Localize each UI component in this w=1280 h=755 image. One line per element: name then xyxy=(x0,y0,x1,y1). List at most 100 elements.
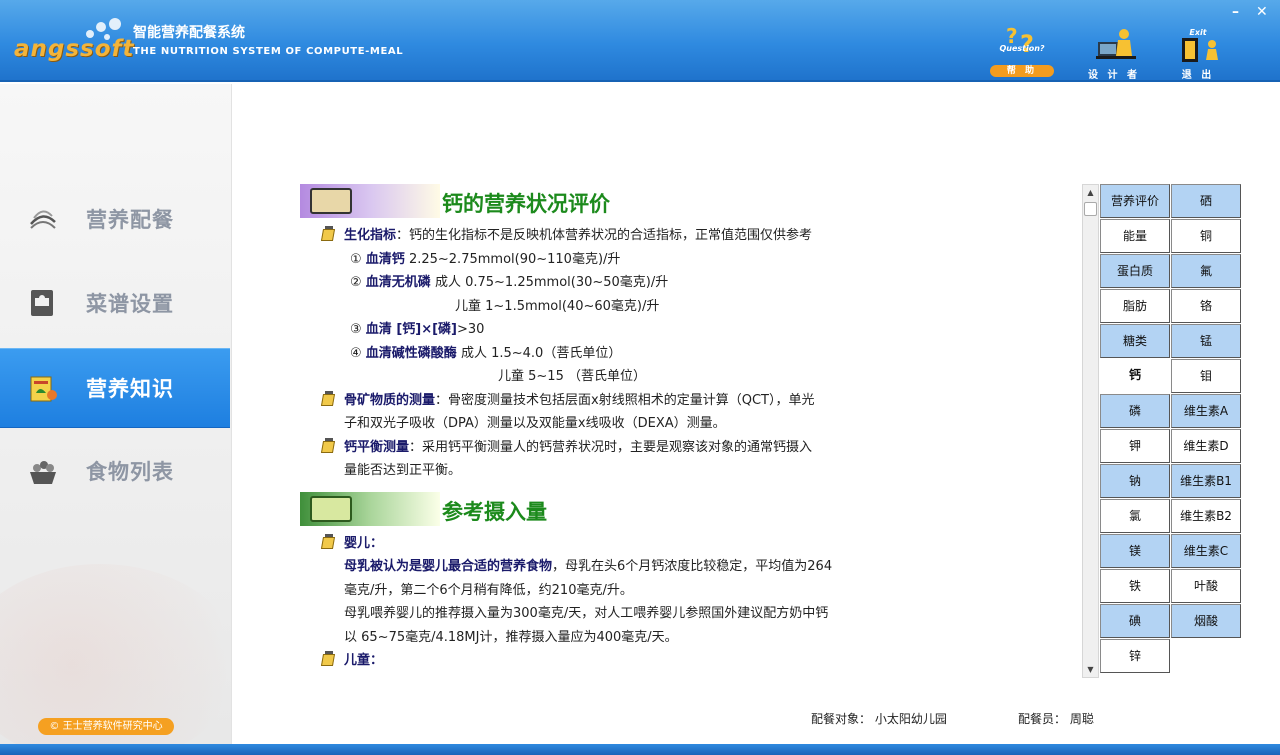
nutrient-button[interactable]: 维生素B2 xyxy=(1171,499,1241,533)
item-text: 成人 0.75~1.25mmol(30~50毫克)/升 xyxy=(434,275,669,290)
sidebar-item-recipe-settings[interactable]: 菜谱设置 xyxy=(0,264,230,344)
close-button[interactable]: ✕ xyxy=(1256,4,1268,20)
bottom-bar xyxy=(0,744,1280,755)
sidebar-item-nutrition-knowledge[interactable]: 营养知识 xyxy=(0,348,230,428)
nutrient-button[interactable]: 镁 xyxy=(1100,534,1170,568)
item-number: ④ xyxy=(350,345,362,361)
paragraph-calcium-balance: 钙平衡测量：采用钙平衡测量人的钙营养状况时，主要是观察该对象的通常钙摄入 量能否… xyxy=(300,436,890,483)
term-text: ：骨密度测量技术包括层面x射线照相术的定量计算（QCT），单光 xyxy=(435,392,815,408)
term-label: 婴儿： xyxy=(344,535,384,551)
app-header: angssoft 智能营养配餐系统 THE NUTRITION SYSTEM O… xyxy=(0,0,1280,82)
term-text: 毫克/升，第二个6个月稍有降低，约210毫克/升。 xyxy=(344,582,633,598)
nutrient-button[interactable]: 维生素A xyxy=(1171,394,1241,428)
item-label: 血清无机磷 xyxy=(365,275,431,290)
sidebar-item-label: 食物列表 xyxy=(86,460,174,484)
wangssoft-logo: angssoft xyxy=(14,16,134,64)
designer-label: 设 计 者 xyxy=(1088,70,1140,81)
nutrient-button[interactable]: 烟酸 xyxy=(1171,604,1241,638)
nutrient-button[interactable]: 蛋白质 xyxy=(1100,254,1170,288)
term-text: 子和双光子吸收（DPA）测量以及双能量x线吸收（DEXA）测量。 xyxy=(344,416,726,431)
sidebar-item-meal-planning[interactable]: 营养配餐 xyxy=(0,180,230,260)
nutrient-button[interactable]: 硒 xyxy=(1171,184,1241,218)
item-number: ③ xyxy=(350,322,362,337)
item-text: 儿童 5~15 （菩氏单位） xyxy=(498,369,646,384)
paragraph-bone-mineral: 骨矿物质的测量：骨密度测量技术包括层面x射线照相术的定量计算（QCT），单光 子… xyxy=(300,389,890,436)
paragraph-children: 儿童： xyxy=(300,649,890,673)
nutrient-button[interactable]: 锌 xyxy=(1100,639,1170,673)
help-label: 帮 助 xyxy=(990,65,1054,77)
item-label: 血清 [钙]×[磷] xyxy=(365,322,457,337)
paragraph-infant: 婴儿： 母乳被认为是婴儿最合适的营养食物，母乳在头6个月钙浓度比较稳定，平均值为… xyxy=(300,532,890,650)
nutrient-button[interactable]: 氟 xyxy=(1171,254,1241,288)
bullet-icon xyxy=(322,226,336,241)
nutrition-knowledge-icon xyxy=(30,376,57,402)
knowledge-content: 钙的营养状况评价 生化指标：钙的生化指标不是反映机体营养状况的合适指标，正常值范… xyxy=(300,184,890,678)
nutrient-button[interactable]: 铜 xyxy=(1171,219,1241,253)
nutrient-button[interactable]: 脂肪 xyxy=(1100,289,1170,323)
exit-door-icon xyxy=(1182,38,1218,62)
term-text: 母乳喂养婴儿的推荐摄入量为300毫克/天，对人工喂养婴儿参照国外建议配方奶中钙 xyxy=(344,606,829,621)
minimize-button[interactable]: – xyxy=(1232,4,1239,20)
bullet-icon xyxy=(322,437,336,453)
designer-figure-icon xyxy=(1096,29,1136,59)
nutrient-button[interactable]: 氯 xyxy=(1100,499,1170,533)
term-text: 以 65~75毫克/4.18MJ计，推荐摄入量应为400毫克/天。 xyxy=(344,629,678,645)
help-button[interactable]: ? ? Question? 帮 助 xyxy=(990,24,1054,78)
nutrient-button[interactable]: 营养评价 xyxy=(1100,184,1170,218)
nutrient-button[interactable]: 锰 xyxy=(1171,324,1241,358)
help-en-label: Question? xyxy=(999,44,1045,53)
term-label: 钙平衡测量 xyxy=(344,439,410,455)
exit-label: 退 出 xyxy=(1181,70,1215,81)
nutrient-button[interactable]: 能量 xyxy=(1100,219,1170,253)
content-scrollbar[interactable]: ▲ ▼ xyxy=(1082,184,1099,678)
term-text: 量能否达到正平衡。 xyxy=(344,463,462,478)
nutrient-button[interactable]: 维生素D xyxy=(1171,429,1241,463)
nutrient-button[interactable]: 钠 xyxy=(1100,464,1170,498)
term-text: ：钙的生化指标不是反映机体营养状况的合适指标，正常值范围仅供参考 xyxy=(396,228,813,243)
food-basket-icon xyxy=(30,461,56,484)
item-label: 血清碱性磷酸酶 xyxy=(365,345,457,361)
term-label: 骨矿物质的测量 xyxy=(344,392,436,408)
exit-button[interactable]: Exit 退 出 xyxy=(1166,26,1230,81)
bowl-icon xyxy=(310,188,352,214)
bullet-icon xyxy=(322,390,336,406)
scroll-thumb[interactable] xyxy=(1084,202,1097,216)
meal-staff: 配餐员： 周聪 xyxy=(1018,710,1094,727)
logo-text: angssoft xyxy=(14,36,135,62)
sidebar-item-label: 营养知识 xyxy=(86,377,174,401)
scroll-down-arrow-icon[interactable]: ▼ xyxy=(1083,662,1098,677)
bullet-icon xyxy=(322,533,336,549)
nutrient-button[interactable]: 钙 xyxy=(1100,359,1170,393)
sidebar-item-label: 菜谱设置 xyxy=(86,292,174,316)
bullet-icon xyxy=(322,651,336,666)
designer-button[interactable]: 设 计 者 xyxy=(1082,26,1146,81)
copyright-badge: © 王士营养软件研究中心 xyxy=(38,718,174,735)
section-title: 钙的营养状况评价 xyxy=(442,192,610,216)
nutrient-button[interactable]: 维生素B1 xyxy=(1171,464,1241,498)
sidebar-item-label: 营养配餐 xyxy=(86,208,174,232)
nutrient-button[interactable]: 碘 xyxy=(1100,604,1170,638)
sidebar-item-food-list[interactable]: 食物列表 xyxy=(0,432,230,512)
app-subtitle: THE NUTRITION SYSTEM OF COMPUTE-MEAL xyxy=(133,46,404,57)
meal-target-value: 小太阳幼儿园 xyxy=(874,712,947,726)
item-text: 2.25~2.75mmol(90~110毫克)/升 xyxy=(408,251,621,267)
nutrient-button[interactable]: 钾 xyxy=(1100,429,1170,463)
item-number: ② xyxy=(350,275,362,290)
item-text: 儿童 1~1.5mmol(40~60毫克)/升 xyxy=(455,298,660,314)
nutrient-button[interactable]: 铬 xyxy=(1171,289,1241,323)
item-label: 血清钙 xyxy=(365,251,405,267)
nutrient-button[interactable]: 叶酸 xyxy=(1171,569,1241,603)
nutrient-button[interactable]: 铁 xyxy=(1100,569,1170,603)
term-label: 生化指标 xyxy=(344,228,397,243)
item-text: >30 xyxy=(456,322,485,337)
section-header-calcium-evaluation: 钙的营养状况评价 xyxy=(300,184,890,218)
nutrient-button[interactable]: 磷 xyxy=(1100,394,1170,428)
item-text: 成人 1.5~4.0（菩氏单位） xyxy=(460,345,622,361)
section-title: 参考摄入量 xyxy=(442,499,547,524)
meal-target: 配餐对象： 小太阳幼儿园 xyxy=(811,710,947,727)
nutrient-button[interactable]: 糖类 xyxy=(1100,324,1170,358)
nutrient-button[interactable]: 钼 xyxy=(1171,359,1241,393)
scroll-up-arrow-icon[interactable]: ▲ xyxy=(1083,185,1098,200)
nutrient-button[interactable]: 维生素C xyxy=(1171,534,1241,568)
term-label: 儿童： xyxy=(344,653,384,668)
